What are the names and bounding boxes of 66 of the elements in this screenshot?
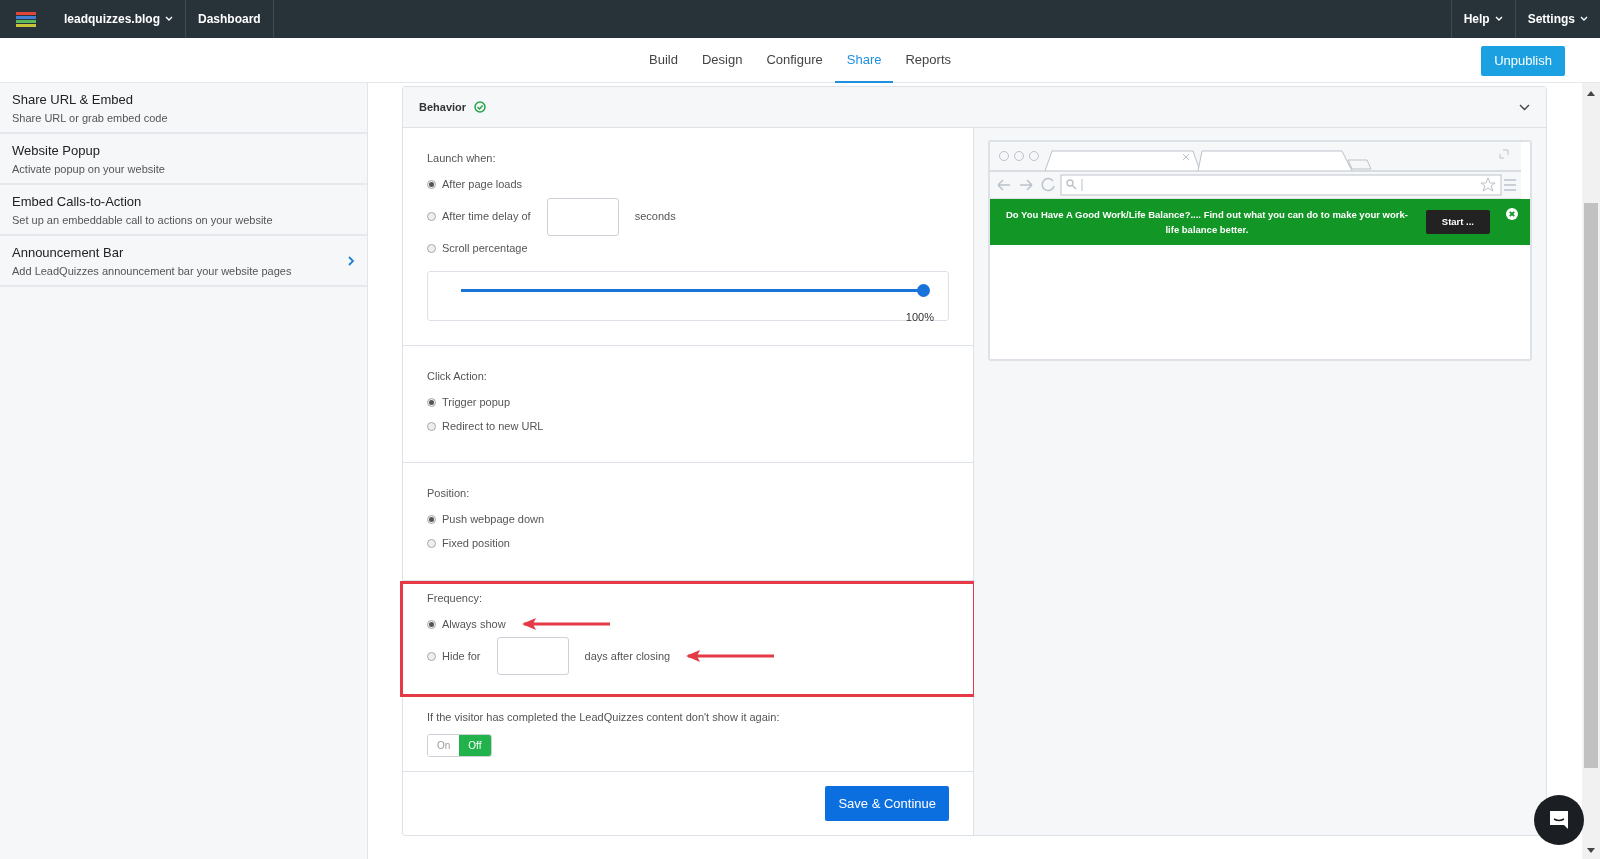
caret-icon	[1494, 16, 1503, 22]
chevron-down-icon[interactable]	[1519, 103, 1530, 111]
option-label: Redirect to new URL	[442, 418, 544, 434]
option-label: Fixed position	[442, 536, 510, 552]
save-continue-button[interactable]: Save & Continue	[825, 785, 949, 821]
unit-label: seconds	[634, 209, 676, 225]
start-button[interactable]: Start ...	[1425, 210, 1490, 235]
tab[interactable]: Configure	[754, 38, 835, 83]
caret-icon	[1580, 16, 1588, 22]
tab[interactable]: Share	[834, 38, 894, 83]
option-label: After page loads	[442, 177, 523, 193]
scroll-up-icon[interactable]	[1587, 91, 1595, 96]
site-menu[interactable]: leadquizzes.blog	[52, 0, 186, 38]
sidebar-item[interactable]: Embed Calls-to-Action Set up an embeddable call to actions on your website	[0, 185, 367, 236]
unit-label: days after closing	[584, 648, 671, 664]
radio-button[interactable]	[427, 539, 436, 548]
radio-button[interactable]	[427, 515, 436, 524]
number-field[interactable]	[496, 637, 569, 675]
section-label: If the visitor has completed the LeadQuizzes content don't show it again:	[427, 710, 781, 725]
option-label: Always show	[442, 616, 506, 632]
item-title: Announcement Bar	[12, 244, 125, 262]
tab[interactable]: Reports	[893, 38, 963, 83]
item-subtitle: Activate popup on your website	[12, 161, 166, 177]
radio-button[interactable]	[427, 421, 436, 431]
slider-reading: 100%	[905, 310, 934, 323]
tab[interactable]: Design	[689, 38, 755, 83]
option-label: Scroll percentage	[442, 241, 528, 257]
section-label: Position:	[427, 486, 471, 501]
item-title: Website Popup	[12, 142, 101, 160]
scroll-thumb[interactable]	[1584, 203, 1598, 768]
nav-link[interactable]: Dashboard	[186, 0, 274, 38]
item-title: Share URL & Embed	[12, 91, 134, 109]
radio-button[interactable]	[427, 619, 436, 629]
option-label: After time delay of	[442, 209, 531, 225]
item-subtitle: Add LeadQuizzes announcement bar your website pages	[12, 263, 293, 279]
caret-icon	[165, 16, 173, 22]
close-icon[interactable]	[1506, 208, 1518, 220]
scroll-down-icon[interactable]	[1587, 848, 1595, 853]
sidebar-item[interactable]: Announcement Bar Add LeadQuizzes announcement bar your website pages	[0, 236, 367, 287]
item-title: Embed Calls-to-Action	[12, 193, 143, 211]
radio-button[interactable]	[427, 397, 436, 407]
chat-bubble-icon	[1548, 809, 1570, 831]
sidebar-item[interactable]: Website Popup Activate popup on your website	[0, 134, 367, 185]
sidebar-item[interactable]: Share URL & Embed Share URL or grab embed code	[0, 83, 367, 134]
chat-button[interactable]	[1534, 795, 1584, 845]
item-subtitle: Set up an embeddable call to actions on your website	[12, 212, 274, 228]
slider-thumb[interactable]	[917, 283, 930, 297]
item-subtitle: Share URL or grab embed code	[12, 110, 169, 126]
section-label: Launch when:	[427, 151, 497, 166]
radio-button[interactable]	[427, 651, 436, 661]
nav-menu[interactable]: Settings	[1514, 0, 1600, 38]
banner-text: Do You Have A Good Work/Life Balance?.... Find out what you can do to make your work-life balance better.	[1004, 208, 1409, 238]
option-label: Trigger popup	[442, 394, 511, 410]
panel-title: Behavior	[419, 99, 467, 115]
tab[interactable]: Build	[637, 38, 690, 83]
scrollbar[interactable]	[1582, 83, 1600, 859]
section-label: Click Action:	[427, 368, 488, 384]
radio-button[interactable]	[427, 180, 436, 189]
number-field[interactable]	[546, 197, 619, 236]
section-label: Frequency:	[427, 590, 484, 606]
logo-icon[interactable]	[16, 11, 36, 27]
option-label: Push webpage down	[442, 512, 545, 528]
radio-button[interactable]	[427, 212, 436, 221]
option-label: Hide for	[442, 648, 481, 664]
nav-menu[interactable]: Help	[1450, 0, 1515, 38]
radio-button[interactable]	[427, 244, 436, 253]
